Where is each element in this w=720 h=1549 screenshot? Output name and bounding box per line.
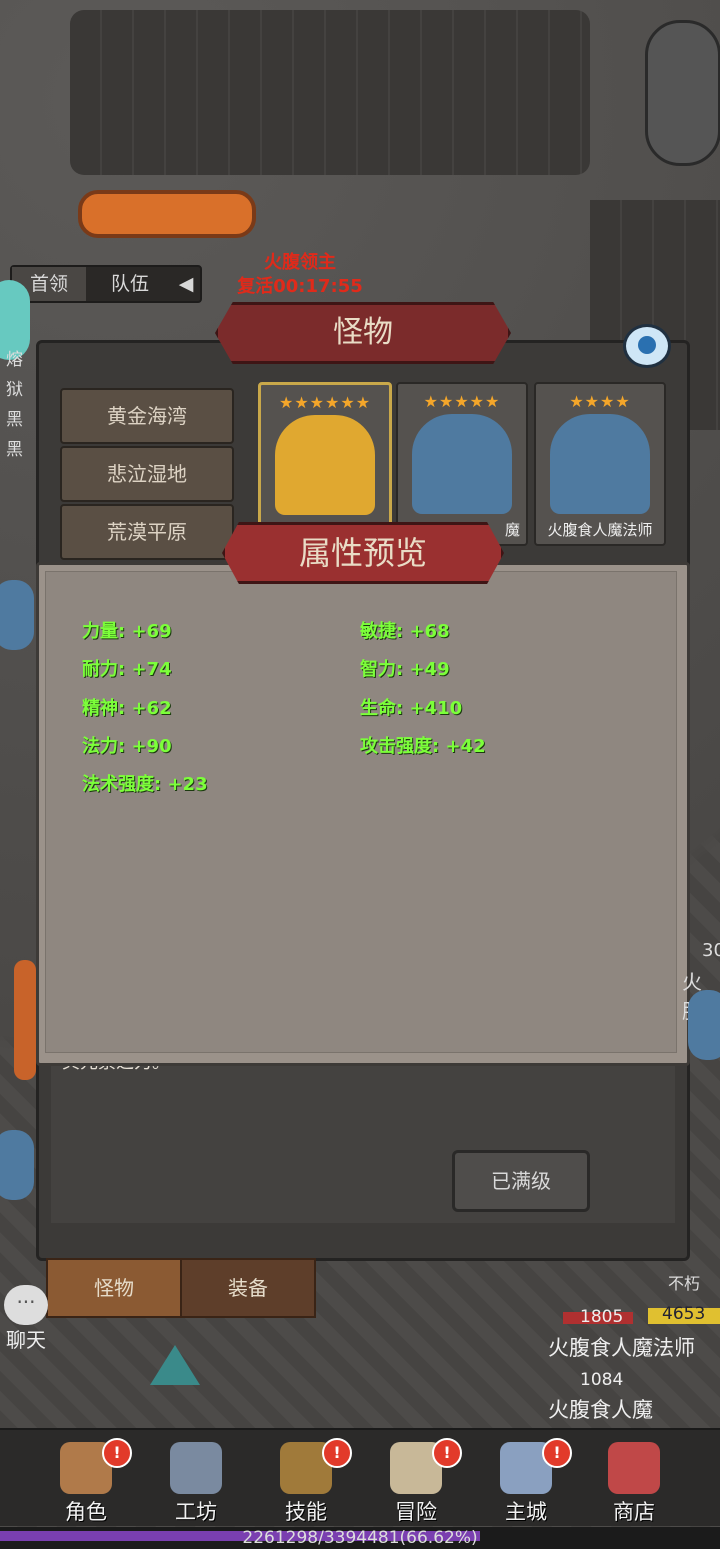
stat-agility: 敏捷: +68 (360, 621, 450, 642)
side-list-item: 熔 (6, 350, 23, 370)
unit-name: 火腹食人魔法师 (548, 1336, 695, 1360)
stat-health: 生命: +410 (360, 698, 463, 719)
monster-sprite (0, 1130, 34, 1200)
monster-card[interactable]: ★★★★★ 魔 (396, 382, 528, 546)
monster-portrait (275, 415, 375, 515)
star-rating-icon: ★★★★★★ (278, 393, 372, 412)
top-tabs: 首领 队伍 ◀ (10, 265, 202, 303)
unit-name: 火腹食人魔 (548, 1398, 653, 1422)
experience-text: 2261298/3394481(66.62%) (242, 1528, 478, 1548)
eye-icon[interactable] (623, 324, 671, 368)
boss-respawn-timer: 复活00:17:55 (237, 276, 363, 297)
attribute-preview-title: 属性预览 (222, 522, 504, 584)
lava-stream (14, 960, 36, 1080)
alert-badge: ! (432, 1438, 462, 1468)
unit-title-tag: 不朽 (668, 1274, 701, 1293)
nav-label: 主城 (505, 1500, 547, 1524)
boss-name: 火腹领主 (264, 252, 336, 273)
monster-card[interactable]: ★★★★ 火腹食人魔法师 (534, 382, 666, 546)
nav-label: 工坊 (175, 1500, 217, 1524)
shop-icon (608, 1442, 660, 1494)
nav-label: 技能 (285, 1500, 327, 1524)
nav-adventure[interactable]: ! 冒险 (366, 1438, 466, 1524)
side-list-item: 黑 (6, 440, 23, 460)
stat-attack-power: 攻击强度: +42 (360, 736, 486, 757)
nav-label: 冒险 (395, 1500, 437, 1524)
health-value: 1084 (580, 1370, 624, 1390)
chat-bubble-icon[interactable]: ··· (4, 1285, 48, 1325)
health-value: 1805 (580, 1307, 624, 1327)
alert-badge: ! (322, 1438, 352, 1468)
monster-name: 火腹食人魔法师 (547, 521, 653, 539)
lava-stream (78, 190, 256, 238)
anvil-icon (170, 1442, 222, 1494)
star-rating-icon: ★★★★★ (423, 392, 501, 411)
stat-intellect: 智力: +49 (360, 659, 450, 680)
alert-badge: ! (542, 1438, 572, 1468)
tab-monster[interactable]: 怪物 (46, 1258, 182, 1318)
zone-desert-plain[interactable]: 荒漠平原 (60, 504, 234, 560)
alert-badge: ! (102, 1438, 132, 1468)
tab-equipment[interactable]: 装备 (180, 1258, 316, 1318)
monster-portrait (550, 414, 650, 514)
stat-mana: 法力: +90 (82, 736, 172, 757)
unit-level: 30 (702, 940, 720, 961)
side-list-item: 黑 (6, 410, 23, 430)
attribute-preview-body (45, 571, 677, 1053)
nav-skills[interactable]: ! 技能 (256, 1438, 356, 1524)
nav-label: 商店 (613, 1500, 655, 1524)
nav-character[interactable]: ! 角色 (36, 1438, 136, 1524)
max-level-button[interactable]: 已满级 (452, 1150, 590, 1212)
tab-team[interactable]: 队伍 (90, 267, 170, 301)
collapse-arrow-icon[interactable]: ◀ (172, 267, 200, 301)
side-list: 熔 狱 黑 黑 (6, 345, 23, 465)
experience-bar: 2261298/3394481(66.62%) (0, 1527, 720, 1549)
rock-wall (70, 10, 590, 175)
stat-spirit: 精神: +62 (82, 698, 172, 719)
zone-weeping-wetland[interactable]: 悲泣湿地 (60, 446, 234, 502)
lava-rock (645, 20, 720, 166)
stat-strength: 力量: +69 (82, 621, 172, 642)
star-rating-icon: ★★★★ (569, 392, 631, 411)
nav-main-city[interactable]: ! 主城 (476, 1438, 576, 1524)
stat-spell-power: 法术强度: +23 (82, 774, 208, 795)
side-list-item: 狱 (6, 380, 23, 400)
bottom-nav: ! 角色 工坊 ! 技能 ! 冒险 ! 主城 商店 (0, 1428, 720, 1526)
monster-sprite (688, 990, 720, 1060)
stat-stamina: 耐力: +74 (82, 659, 172, 680)
chat-label[interactable]: 聊天 (6, 1324, 46, 1353)
monster-portrait (412, 414, 512, 514)
monster-sprite (0, 580, 34, 650)
mana-value: 4653 (662, 1304, 706, 1324)
monster-panel-title: 怪物 (215, 302, 511, 364)
zone-golden-bay[interactable]: 黄金海湾 (60, 388, 234, 444)
nav-shop[interactable]: 商店 (584, 1438, 684, 1524)
nav-workshop[interactable]: 工坊 (146, 1438, 246, 1524)
nav-label: 角色 (65, 1500, 107, 1524)
